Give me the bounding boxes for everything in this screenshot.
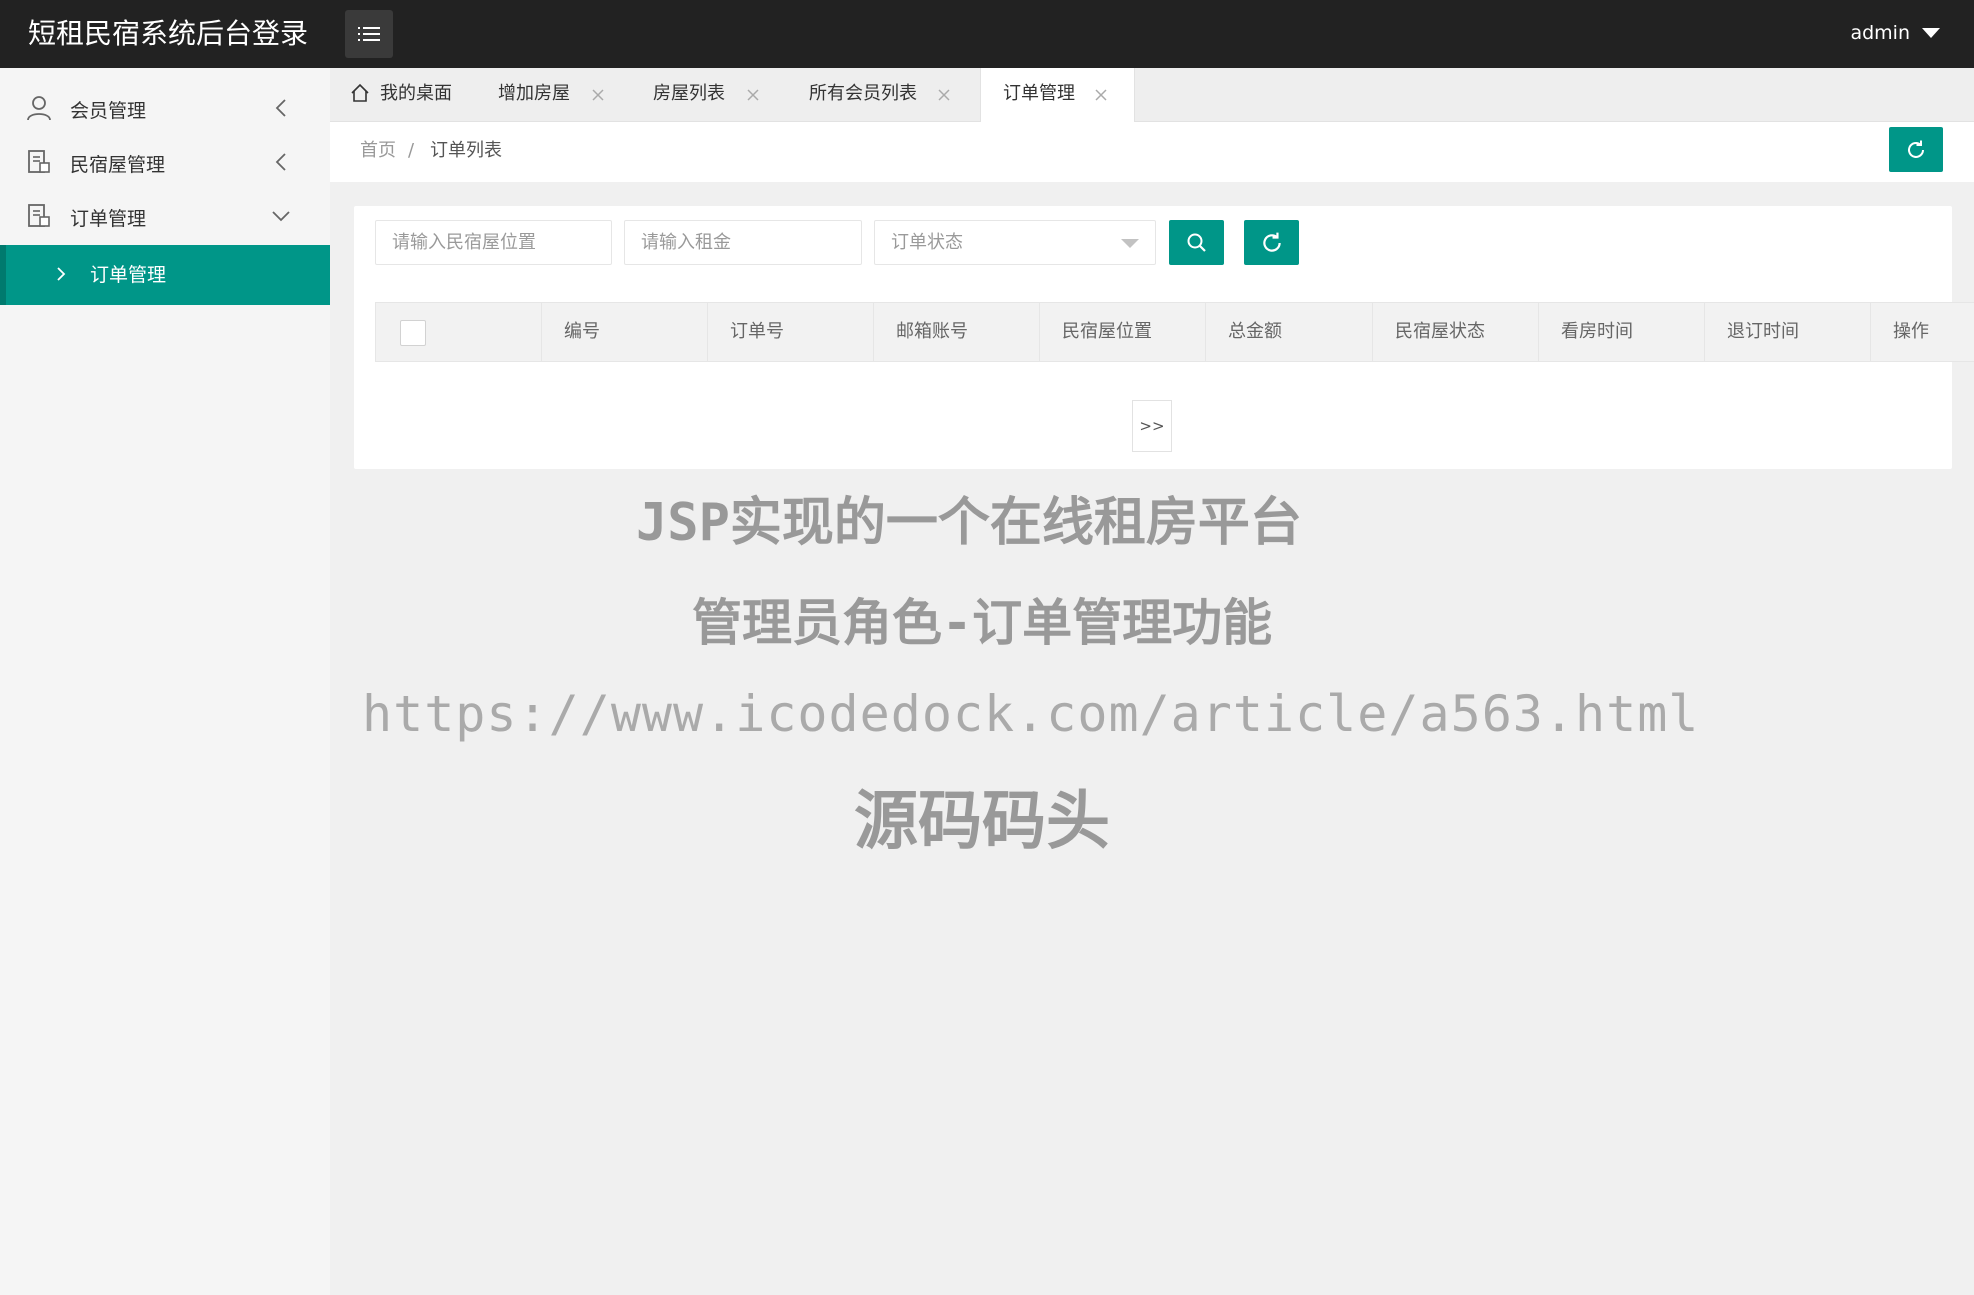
close-icon[interactable] — [745, 87, 761, 103]
column-header: 民宿屋状态 — [1373, 303, 1539, 361]
column-header: 看房时间 — [1539, 303, 1705, 361]
sidebar-subitem-order-management[interactable]: 订单管理 — [0, 245, 330, 305]
column-header-label: 编号 — [564, 321, 600, 342]
reset-button[interactable] — [1244, 220, 1299, 265]
sidebar-item-members[interactable]: 会员管理 — [0, 82, 330, 136]
table-header: 编号 订单号 邮箱账号 民宿屋位置 总金额 民宿屋状态 看房时间 退订时间 操作 — [375, 302, 1974, 362]
chevron-down-icon — [1121, 239, 1139, 248]
tab-my-desktop[interactable]: 我的桌面 — [350, 68, 460, 122]
chevron-down-icon — [272, 211, 290, 222]
chevron-right-icon — [57, 267, 66, 281]
watermark-url: https://www.icodedock.com/article/a563.h… — [362, 685, 1700, 743]
rent-search-input[interactable] — [624, 220, 862, 265]
watermark-line: 管理员角色-订单管理功能 — [692, 594, 1273, 652]
search-icon — [1187, 233, 1206, 252]
tab-order-management[interactable]: 订单管理 — [980, 68, 1135, 123]
select-all-cell — [376, 303, 542, 361]
building-icon — [28, 204, 50, 227]
tab-bar: 我的桌面 增加房屋 房屋列表 所有会员列表 订单管理 — [330, 68, 1974, 123]
column-header-label: 看房时间 — [1561, 321, 1633, 342]
column-header: 退订时间 — [1705, 303, 1871, 361]
tab-label: 房屋列表 — [653, 83, 725, 104]
user-menu[interactable]: admin — [1850, 18, 1940, 48]
close-icon[interactable] — [936, 87, 952, 103]
column-header: 民宿屋位置 — [1040, 303, 1206, 361]
column-header-label: 邮箱账号 — [896, 321, 968, 342]
page-refresh-button[interactable] — [1889, 127, 1943, 172]
menu-toggle-button[interactable] — [345, 10, 393, 58]
column-header: 编号 — [542, 303, 708, 361]
tab-label: 我的桌面 — [380, 83, 452, 104]
column-header: 操作 — [1871, 303, 1974, 361]
caret-down-icon — [1922, 28, 1940, 38]
column-header-label: 退订时间 — [1727, 321, 1799, 342]
app-title: 短租民宿系统后台登录 — [28, 17, 309, 50]
close-icon[interactable] — [1093, 87, 1109, 103]
close-icon[interactable] — [590, 87, 606, 103]
watermark-line: JSP实现的一个在线租房平台 — [636, 493, 1302, 553]
chevron-left-icon — [275, 99, 286, 117]
sidebar-item-label: 民宿屋管理 — [70, 153, 166, 176]
column-header-label: 民宿屋状态 — [1395, 321, 1485, 342]
breadcrumb-current: 订单列表 — [430, 140, 502, 161]
column-header-label: 订单号 — [730, 321, 784, 342]
chevron-left-icon — [275, 153, 286, 171]
column-header-label: 民宿屋位置 — [1062, 321, 1152, 342]
refresh-icon — [1908, 140, 1924, 158]
tab-house-list[interactable]: 房屋列表 — [653, 68, 773, 122]
sidebar-subitem-label: 订单管理 — [90, 264, 167, 286]
sidebar-item-orders[interactable]: 订单管理 — [0, 190, 330, 244]
breadcrumb-separator: / — [408, 140, 415, 161]
select-all-checkbox[interactable] — [400, 320, 426, 346]
user-name: admin — [1850, 22, 1910, 44]
tab-add-house[interactable]: 增加房屋 — [498, 68, 618, 122]
watermark-line: 源码码头 — [854, 785, 1110, 859]
top-header: 短租民宿系统后台登录 admin — [0, 0, 1974, 68]
column-header-label: 操作 — [1893, 321, 1929, 342]
column-header-label: 总金额 — [1228, 321, 1282, 342]
refresh-icon — [1262, 232, 1281, 252]
building-icon — [28, 150, 50, 173]
sidebar-item-label: 会员管理 — [70, 99, 147, 122]
column-header: 订单号 — [708, 303, 874, 361]
list-icon — [358, 27, 380, 41]
column-header: 总金额 — [1206, 303, 1373, 361]
home-icon — [351, 83, 369, 102]
sidebar-item-homestays[interactable]: 民宿屋管理 — [0, 136, 330, 190]
tab-label: 所有会员列表 — [809, 83, 917, 104]
user-icon — [27, 96, 51, 121]
search-button[interactable] — [1169, 220, 1224, 265]
breadcrumb-home-link[interactable]: 首页 — [360, 122, 396, 180]
tab-label: 订单管理 — [1003, 83, 1075, 104]
order-status-select[interactable]: 订单状态 — [874, 220, 1156, 265]
sidebar: 会员管理 民宿屋管理 订单管理 订单管理 — [0, 68, 330, 1295]
pager-next-button[interactable]: >> — [1132, 400, 1172, 452]
tab-all-members[interactable]: 所有会员列表 — [809, 68, 969, 122]
breadcrumb: 首页 / 订单列表 — [330, 122, 1974, 182]
tab-label: 增加房屋 — [498, 83, 570, 104]
column-header: 邮箱账号 — [874, 303, 1040, 361]
location-search-input[interactable] — [375, 220, 612, 265]
order-status-placeholder: 订单状态 — [891, 232, 963, 253]
sidebar-item-label: 订单管理 — [70, 207, 147, 230]
